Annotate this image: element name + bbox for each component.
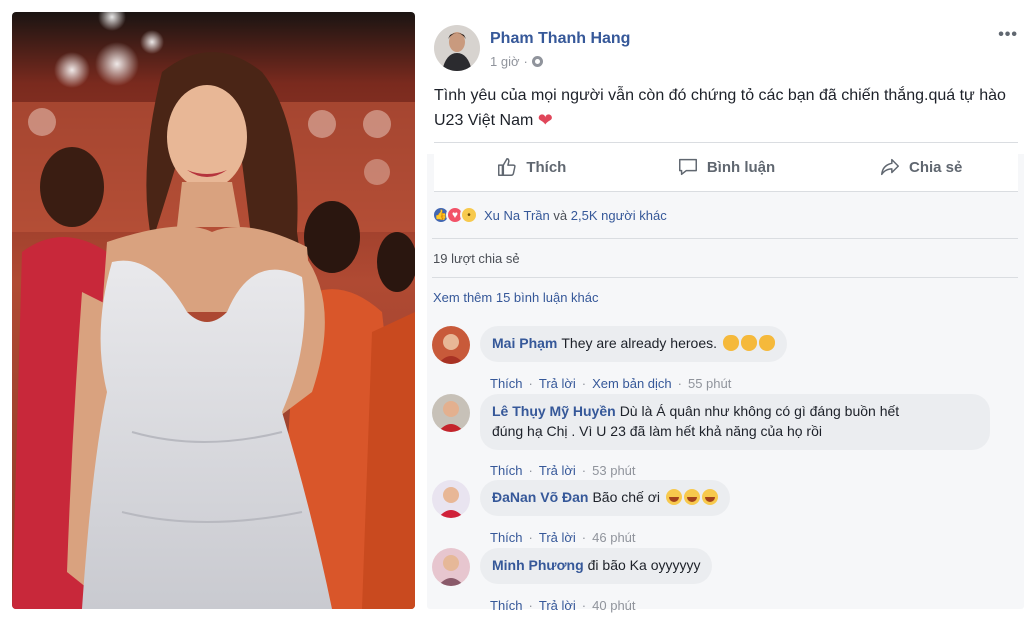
comment-bubble: Lê Thụy Mỹ Huyền Dù là Á quân như không c… <box>480 394 990 450</box>
comment-actions: Thích · Trả lời · 46 phút <box>490 530 636 545</box>
comment-reply-link[interactable]: Trả lời <box>539 463 576 478</box>
comment-text: đi bão Ka oyyyyyy <box>587 557 701 573</box>
comment-text: Bão chế ơi <box>592 489 661 505</box>
divider <box>432 238 1018 239</box>
comment-like-link[interactable]: Thích <box>490 463 523 478</box>
globe-icon <box>531 56 543 67</box>
post-action-bar: Thích Bình luận Chia sẻ <box>434 142 1018 192</box>
post-text: Tình yêu của mọi người vẫn còn đó chứng … <box>434 87 1006 130</box>
comment-bubble: ĐaNan Võ Đan Bão chế ơi <box>480 480 730 516</box>
comment-reply-link[interactable]: Trả lời <box>539 530 576 545</box>
commenter-name[interactable]: ĐaNan Võ Đan <box>492 489 588 505</box>
comment-time[interactable]: 46 phút <box>592 530 635 545</box>
post-meta: 1 giờ · <box>490 54 543 69</box>
laughing-face-icon <box>683 489 700 505</box>
laughing-face-icon <box>701 489 718 505</box>
comment-text: They are already heroes. <box>561 335 717 351</box>
clapping-hands-icon <box>758 335 775 351</box>
divider <box>432 277 1018 278</box>
share-button[interactable]: Chia sẻ <box>823 143 1018 191</box>
avatar[interactable] <box>432 480 470 518</box>
commenter-name[interactable]: Mai Phạm <box>492 335 557 351</box>
comment-time[interactable]: 53 phút <box>592 463 635 478</box>
comment-time[interactable]: 55 phút <box>688 376 731 391</box>
comment-time[interactable]: 40 phút <box>592 598 635 613</box>
view-more-comments-link[interactable]: Xem thêm 15 bình luận khác <box>433 290 599 305</box>
comment-bubble: Minh Phương đi bão Ka oyyyyyy <box>480 548 713 584</box>
post-time[interactable]: 1 giờ <box>490 54 520 69</box>
comment-actions: Thích · Trả lời · 40 phút <box>490 598 636 613</box>
comment-button[interactable]: Bình luận <box>629 143 824 191</box>
comment-reply-link[interactable]: Trả lời <box>539 376 576 391</box>
comment: Lê Thụy Mỹ Huyền Dù là Á quân như không c… <box>432 394 1018 478</box>
commenter-name[interactable]: Lê Thụy Mỹ Huyền <box>492 403 616 419</box>
comment-reply-link[interactable]: Trả lời <box>539 598 576 613</box>
see-translation-link[interactable]: Xem bản dịch <box>592 376 672 391</box>
comment: Minh Phương đi bão Ka oyyyyyy Thích · Trả … <box>432 548 1018 613</box>
comment-text-line2: đúng hạ Chị . Vì U 23 đã làm hết khả năn… <box>492 423 822 439</box>
comment-actions: Thích · Trả lời · Xem bản dịch · 55 phút <box>490 376 732 391</box>
comment-icon <box>678 158 697 176</box>
comment-like-link[interactable]: Thích <box>490 530 523 545</box>
thumbs-up-icon <box>498 158 516 176</box>
facebook-post: Pham Thanh Hang 1 giờ · ••• Tình yêu của… <box>427 12 1024 613</box>
laughing-face-icon <box>665 489 682 505</box>
like-button[interactable]: Thích <box>434 143 629 191</box>
more-options-button[interactable]: ••• <box>998 26 1018 44</box>
avatar[interactable] <box>432 394 470 432</box>
avatar[interactable] <box>432 548 470 586</box>
avatar[interactable] <box>432 326 470 364</box>
share-icon <box>881 158 899 176</box>
post-header: Pham Thanh Hang 1 giờ · ••• Tình yêu của… <box>427 12 1024 154</box>
comment: ĐaNan Võ Đan Bão chế ơi Thích · Trả lời · 4… <box>432 480 1018 545</box>
author-name[interactable]: Pham Thanh Hang <box>490 30 630 48</box>
reaction-names[interactable]: Xu Na Trần <box>484 208 550 223</box>
post-photo[interactable] <box>12 12 415 609</box>
heart-icon: ❤ <box>537 110 553 130</box>
reaction-others[interactable]: 2,5K người khác <box>571 208 667 223</box>
comment-like-link[interactable]: Thích <box>490 598 523 613</box>
comment-actions: Thích · Trả lời · 53 phút <box>490 463 636 478</box>
sad-icon: • <box>460 206 478 224</box>
reactions-summary[interactable]: 👍 ♥ • Xu Na Trần và 2,5K người khác <box>432 204 667 226</box>
author-avatar[interactable] <box>434 25 480 71</box>
comment-text: Dù là Á quân như không có gì đáng buồn h… <box>619 403 900 419</box>
share-count[interactable]: 19 lượt chia sẻ <box>433 251 520 266</box>
commenter-name[interactable]: Minh Phương <box>492 557 584 573</box>
comment-bubble: Mai Phạm They are already heroes. <box>480 326 787 362</box>
comment-like-link[interactable]: Thích <box>490 376 523 391</box>
clapping-hands-icon <box>722 335 739 351</box>
clapping-hands-icon <box>740 335 757 351</box>
comment: Mai Phạm They are already heroes. Thích · … <box>432 326 1018 391</box>
